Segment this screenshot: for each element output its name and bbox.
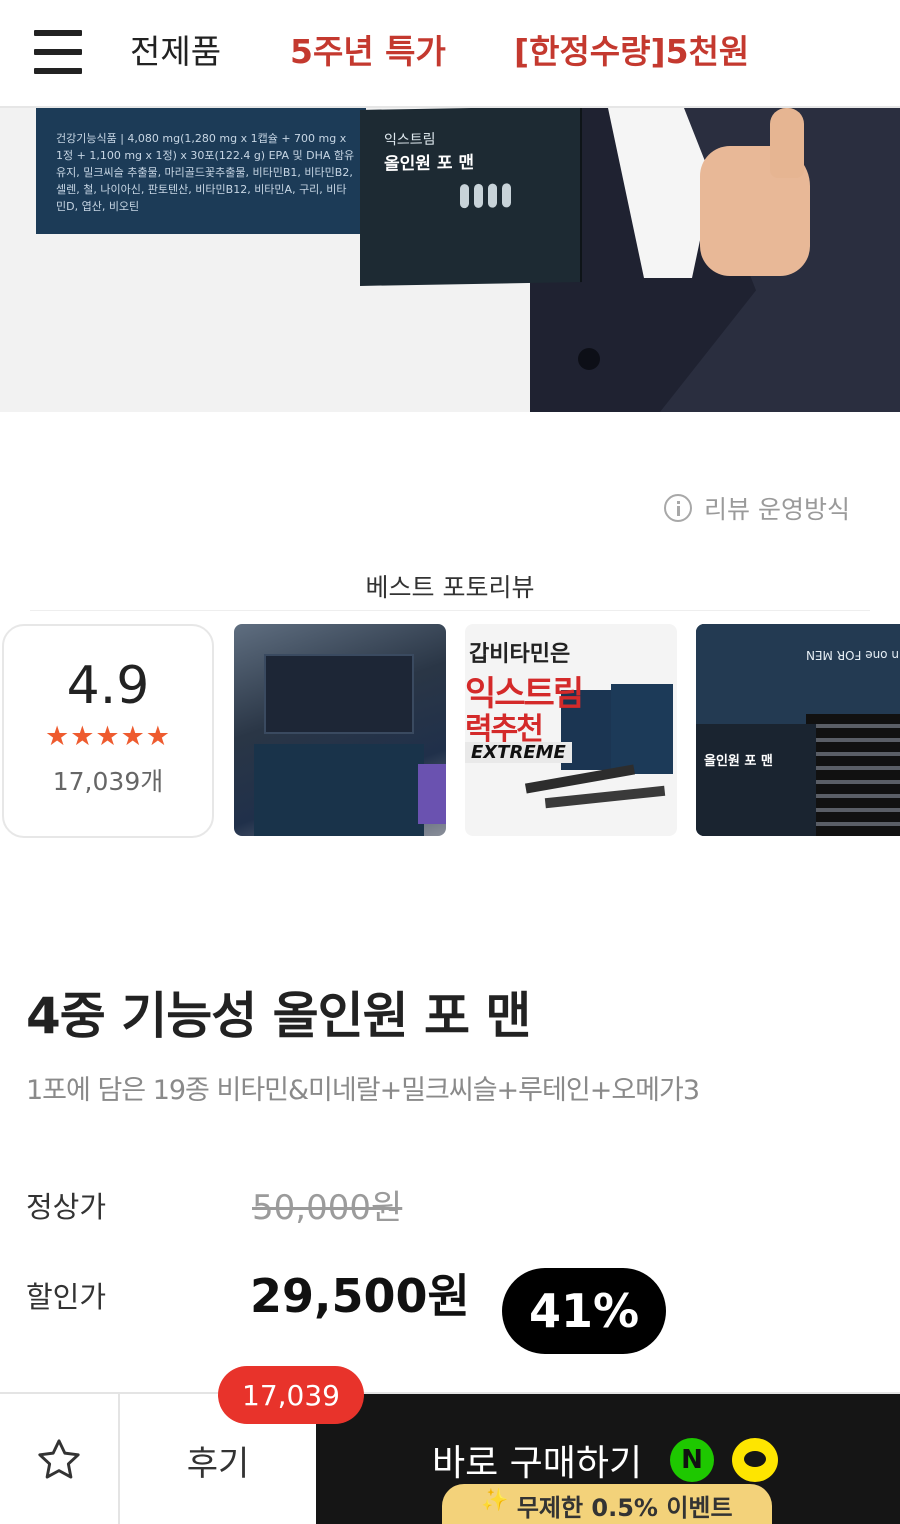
star-outline-icon: [38, 1439, 80, 1479]
review-photo-3[interactable]: EXTREME All in one FOR MEN 올인원 포 맨: [696, 624, 900, 836]
info-icon: [664, 494, 692, 522]
bottom-action-bar: 후기 바로 구매하기 N ✨ 무제한 0.5% 이벤트: [0, 1392, 900, 1524]
review-photo-2-text: 갑비타민은: [469, 642, 571, 667]
review-photo-2-logo: EXTREME: [465, 742, 572, 763]
star-rating-icon: ★★★★★: [44, 721, 172, 752]
rating-score: 4.9: [66, 656, 150, 716]
review-photo-1[interactable]: [234, 624, 446, 836]
product-subtitle: 1포에 담은 19종 비타민&미네랄+밀크씨슬+루테인+오메가3: [26, 1075, 700, 1106]
divider: [30, 610, 870, 611]
rating-summary-card[interactable]: 4.9 ★★★★★ 17,039개: [2, 624, 214, 838]
nav-limited-quantity[interactable]: [한정수량]5천원: [514, 30, 749, 74]
sale-price: 29,500원: [250, 1269, 470, 1323]
review-policy-link[interactable]: 리뷰 운영방식: [664, 488, 850, 528]
event-banner[interactable]: ✨ 무제한 0.5% 이벤트: [442, 1484, 772, 1524]
review-count: 17,039개: [52, 767, 164, 796]
nav-all-products[interactable]: 전제품: [130, 30, 221, 74]
kakao-pay-icon: [732, 1438, 778, 1482]
review-photo-3-pack-name: 올인원 포 맨: [704, 754, 773, 769]
thumbs-up-image: [770, 108, 804, 178]
review-photo-2[interactable]: 갑비타민은 익스트림 력추천 EXTREME: [465, 624, 677, 836]
wishlist-button[interactable]: [0, 1394, 120, 1524]
product-pack: 익스트림 올인원 포 맨: [360, 108, 582, 286]
regular-price: 50,000원: [252, 1188, 403, 1228]
review-policy-label: 리뷰 운영방식: [704, 495, 850, 524]
pill-icons: [460, 183, 516, 212]
product-hero-image: 건강기능식품 | 4,080 mg(1,280 mg x 1캡슐 + 700 m…: [0, 108, 900, 412]
regular-price-label: 정상가: [26, 1190, 107, 1224]
pack-brand: 익스트림: [384, 131, 436, 149]
review-photo-3-brand: EXTREME All in one FOR MEN: [806, 648, 900, 662]
product-title: 4중 기능성 올인원 포 맨: [26, 987, 531, 1045]
naver-pay-icon: N: [670, 1438, 714, 1482]
buy-now-button[interactable]: 바로 구매하기 N ✨ 무제한 0.5% 이벤트: [316, 1394, 900, 1524]
top-nav: 전제품 5주년 특가 [한정수량]5천원: [0, 0, 900, 108]
discount-badge: 41%: [502, 1268, 666, 1354]
event-label: 무제한 0.5% 이벤트: [516, 1494, 733, 1522]
menu-icon[interactable]: [34, 30, 82, 74]
sale-price-label: 할인가: [26, 1280, 107, 1314]
sparkle-icon: ✨: [481, 1488, 509, 1513]
review-count-badge: 17,039: [218, 1366, 364, 1424]
nav-anniversary-sale[interactable]: 5주년 특가: [290, 30, 446, 74]
product-box: 건강기능식품 | 4,080 mg(1,280 mg x 1캡슐 + 700 m…: [36, 108, 366, 234]
product-box-text: 건강기능식품 | 4,080 mg(1,280 mg x 1캡슐 + 700 m…: [56, 132, 355, 213]
suit-button-image: [578, 348, 600, 370]
best-photo-review-title: 베스트 포토리뷰: [365, 573, 535, 602]
buy-now-label: 바로 구매하기: [432, 1443, 643, 1484]
pack-name: 올인원 포 맨: [384, 152, 475, 175]
